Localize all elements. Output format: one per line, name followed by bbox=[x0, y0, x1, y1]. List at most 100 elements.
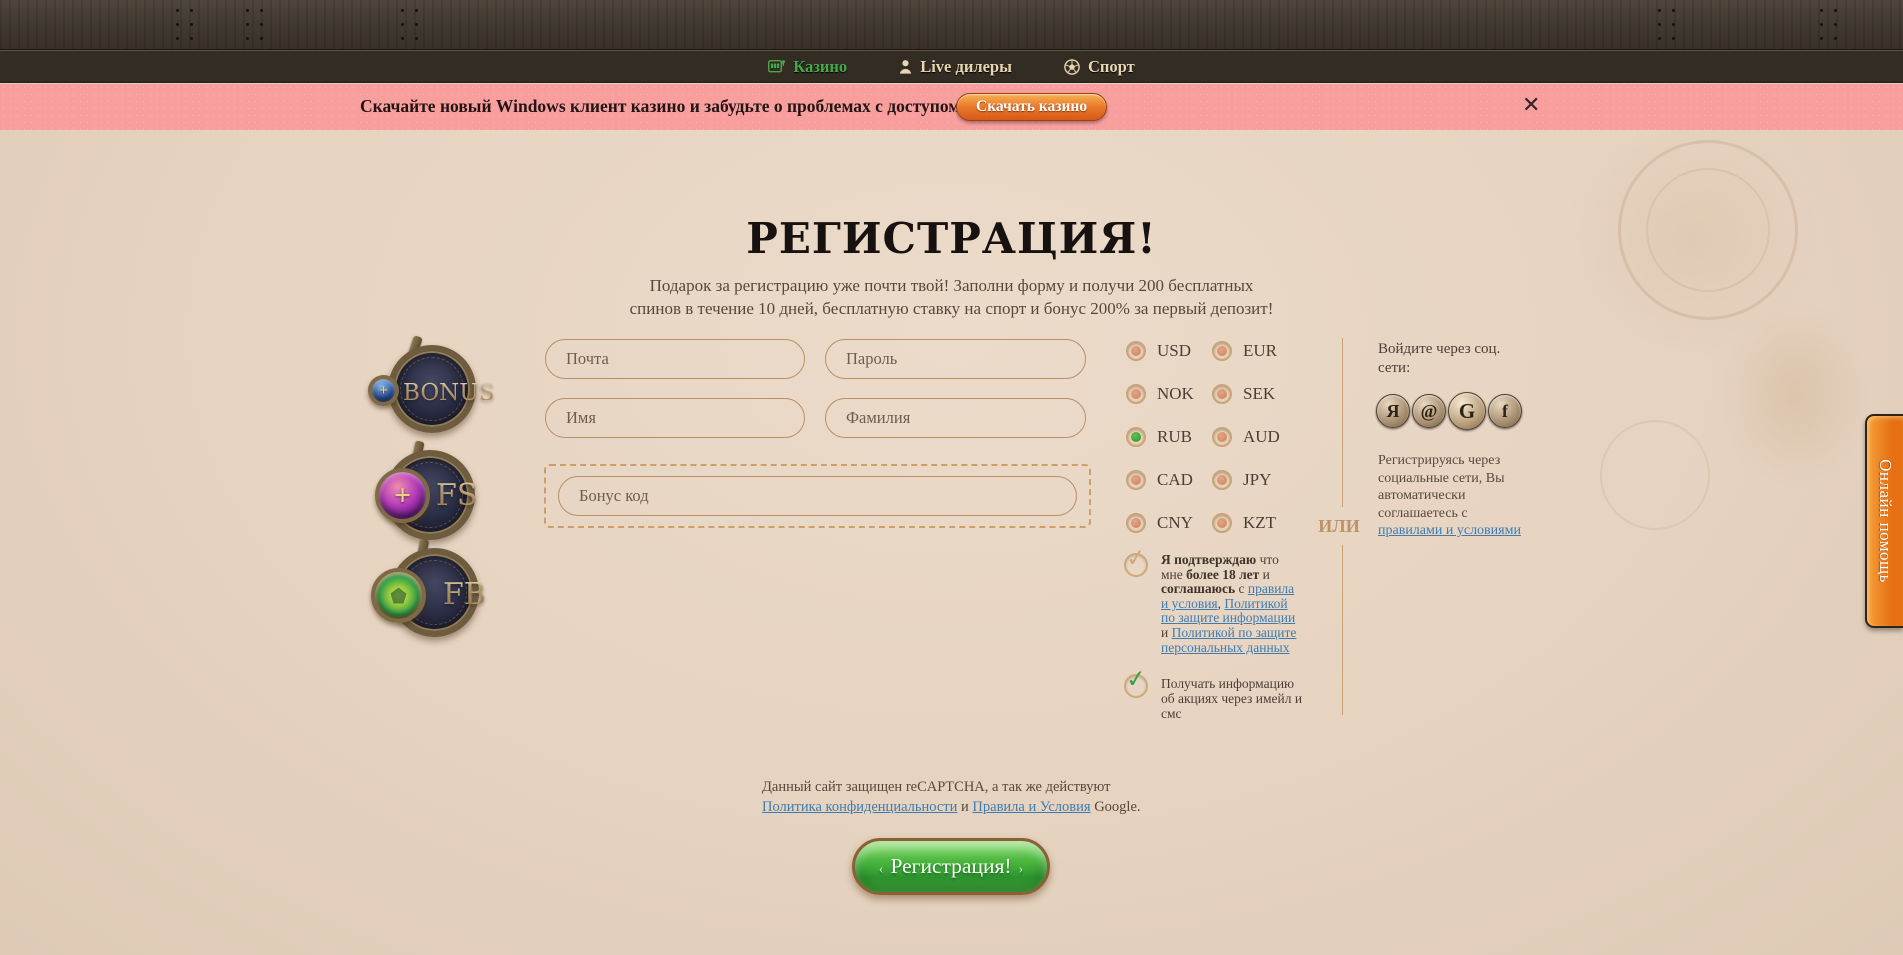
soccer-ball-icon bbox=[1064, 59, 1080, 75]
nav-tab-label: Казино bbox=[793, 57, 847, 77]
badge-medallion: BONUS bbox=[388, 345, 476, 433]
radio-nok[interactable] bbox=[1126, 384, 1146, 404]
consent-text: и bbox=[1161, 625, 1172, 640]
terms-and-conditions-link[interactable]: правилами и условиями bbox=[1378, 523, 1521, 538]
privacy-policy-link[interactable]: Политика конфиденциальности bbox=[762, 799, 957, 815]
password-field[interactable] bbox=[825, 339, 1086, 379]
check-icon: ✓ bbox=[1125, 545, 1148, 571]
age-consent-checkbox[interactable]: ✓ bbox=[1124, 553, 1148, 577]
nav-tab-live-dealers[interactable]: Live дилеры bbox=[899, 57, 1012, 77]
personal-data-policy-link[interactable]: Политикой по защите персональных данных bbox=[1161, 625, 1296, 655]
consent-text: и bbox=[1259, 567, 1270, 582]
page-title: РЕГИСТРАЦИЯ! bbox=[0, 214, 1903, 263]
download-casino-button[interactable]: Скачать казино bbox=[956, 93, 1107, 121]
vertical-divider bbox=[1342, 338, 1343, 507]
nav-tab-sport[interactable]: Спорт bbox=[1064, 57, 1135, 77]
currency-row: RUB AUD bbox=[1126, 427, 1287, 447]
registration-page: JOYCASINO Вход Регистрация! Войдите чере… bbox=[0, 0, 1903, 955]
marketing-checkbox[interactable]: ✓ bbox=[1124, 674, 1148, 698]
vertical-divider bbox=[1342, 545, 1343, 715]
marketing-consent-text: Получать информацию об акциях через имей… bbox=[1161, 676, 1311, 721]
radio-aud[interactable] bbox=[1212, 427, 1232, 447]
currency-label: AUD bbox=[1243, 427, 1287, 447]
currency-label: SEK bbox=[1243, 384, 1287, 404]
bonus-orb-icon: + bbox=[368, 375, 399, 406]
first-name-field[interactable] bbox=[545, 398, 805, 438]
rivet-decoration bbox=[176, 9, 179, 12]
google-terms-link[interactable]: Правила и Условия bbox=[972, 799, 1090, 815]
currency-selector: USD EUR NOK SEK RUB AUD CAD JPY CNY KZT bbox=[1126, 341, 1287, 556]
mailru-icon[interactable]: @ bbox=[1412, 394, 1446, 428]
rivet-decoration bbox=[415, 9, 418, 12]
rivet-decoration bbox=[260, 9, 263, 12]
consent-bold: более 18 лет bbox=[1186, 567, 1259, 582]
bonus-code-field[interactable] bbox=[558, 476, 1077, 516]
freespins-orb-icon: + bbox=[375, 468, 430, 523]
online-help-tab[interactable]: Онлайн помощь bbox=[1865, 414, 1903, 628]
radio-jpy[interactable] bbox=[1212, 470, 1232, 490]
currency-row: CNY KZT bbox=[1126, 513, 1287, 533]
page-subtitle: Подарок за регистрацию уже почти твой! З… bbox=[0, 274, 1903, 320]
consent-text: с bbox=[1235, 581, 1248, 596]
top-bar bbox=[0, 0, 1903, 50]
currency-label: RUB bbox=[1157, 427, 1201, 447]
slots-icon bbox=[768, 59, 785, 74]
radio-sek[interactable] bbox=[1212, 384, 1232, 404]
freebet-ball-icon bbox=[371, 568, 426, 623]
nav-tab-label: Спорт bbox=[1088, 57, 1135, 77]
online-help-label: Онлайн помощь bbox=[1875, 459, 1895, 583]
age-consent-text: Я подтверждаю что мне более 18 лет и сог… bbox=[1161, 553, 1299, 655]
yandex-icon[interactable]: Я bbox=[1376, 394, 1410, 428]
radio-usd[interactable] bbox=[1126, 341, 1146, 361]
currency-label: JPY bbox=[1243, 470, 1287, 490]
email-field[interactable] bbox=[545, 339, 805, 379]
arrow-left-icon: ‹ bbox=[879, 862, 884, 877]
radio-eur[interactable] bbox=[1212, 341, 1232, 361]
radio-rub[interactable] bbox=[1126, 427, 1146, 447]
recaptcha-text: и bbox=[957, 799, 972, 815]
rivet-decoration bbox=[190, 9, 193, 12]
social-box-icons: Я @ G f bbox=[1376, 392, 1522, 430]
rivet-decoration bbox=[401, 9, 404, 12]
currency-row: NOK SEK bbox=[1126, 384, 1287, 404]
radio-cny[interactable] bbox=[1126, 513, 1146, 533]
radio-kzt[interactable] bbox=[1212, 513, 1232, 533]
facebook-icon[interactable]: f bbox=[1488, 394, 1522, 428]
register-submit-button[interactable]: ‹Регистрация!› bbox=[852, 838, 1050, 895]
or-separator: ИЛИ bbox=[1316, 516, 1362, 537]
radio-cad[interactable] bbox=[1126, 470, 1146, 490]
consent-bold: соглашаюсь bbox=[1161, 581, 1235, 596]
rivet-decoration bbox=[1820, 9, 1823, 12]
nav-tab-casino[interactable]: Казино bbox=[768, 57, 847, 77]
badge-label: BONUS bbox=[403, 380, 494, 406]
subtitle-line-1: Подарок за регистрацию уже почти твой! З… bbox=[0, 274, 1903, 297]
check-icon: ✓ bbox=[1125, 666, 1148, 692]
social-note-text: Регистрируясь через социальные сети, Вы … bbox=[1378, 453, 1504, 521]
currency-label: CAD bbox=[1157, 470, 1201, 490]
recaptcha-note: Данный сайт защищен reCAPTCHA, а так же … bbox=[762, 778, 1148, 817]
social-box-title: Войдите через соц. сети: bbox=[1378, 340, 1503, 378]
recaptcha-text: Google. bbox=[1091, 799, 1141, 815]
close-icon[interactable]: ✕ bbox=[1522, 92, 1540, 120]
currency-label: NOK bbox=[1157, 384, 1201, 404]
rivet-decoration bbox=[246, 9, 249, 12]
currency-row: CAD JPY bbox=[1126, 470, 1287, 490]
paper-stain-ring bbox=[1600, 420, 1710, 530]
live-dealer-icon bbox=[899, 59, 912, 74]
recaptcha-text: Данный сайт защищен reCAPTCHA, а так же … bbox=[762, 779, 1111, 795]
rivet-decoration bbox=[1658, 9, 1661, 12]
paper-stain bbox=[1720, 300, 1870, 490]
currency-label: CNY bbox=[1157, 513, 1201, 533]
currency-row: USD EUR bbox=[1126, 341, 1287, 361]
last-name-field[interactable] bbox=[825, 398, 1086, 438]
nav-tab-label: Live дилеры bbox=[920, 57, 1012, 77]
google-icon[interactable]: G bbox=[1448, 392, 1486, 430]
rivet-decoration bbox=[1834, 9, 1837, 12]
subtitle-line-2: спинов в течение 10 дней, бесплатную ста… bbox=[0, 297, 1903, 320]
currency-label: EUR bbox=[1243, 341, 1287, 361]
banner-message: Скачайте новый Windows клиент казино и з… bbox=[360, 96, 960, 117]
download-banner: Скачайте новый Windows клиент казино и з… bbox=[0, 84, 1903, 130]
currency-label: USD bbox=[1157, 341, 1201, 361]
badge-label: FB bbox=[443, 577, 486, 612]
badge-label: FS bbox=[436, 478, 477, 513]
